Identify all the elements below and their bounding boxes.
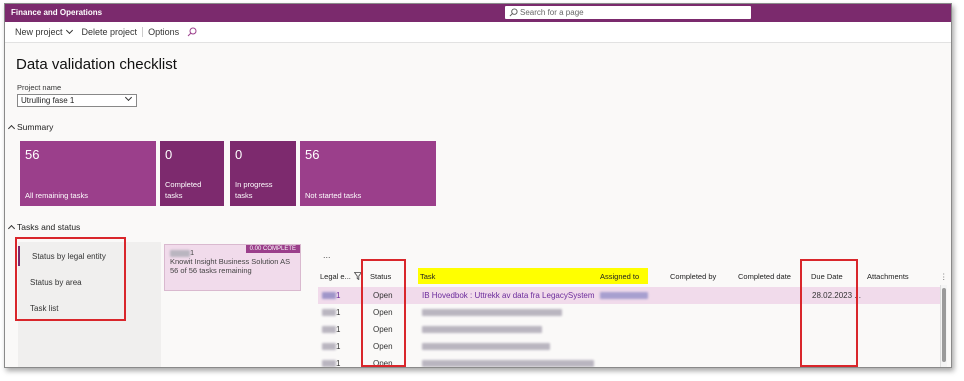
col-task[interactable]: Task [418, 268, 598, 284]
entity-name: Knowit Insight Business Solution AS [170, 257, 291, 266]
app-title: Finance and Operations [11, 8, 103, 17]
chevron-down-icon [124, 93, 133, 102]
redacted-text [422, 309, 562, 316]
tile-label: In progress tasks [235, 180, 273, 200]
legal-entity-suffix: 1 [336, 342, 341, 351]
app-window: Finance and Operations Search for a page… [4, 3, 952, 368]
status-nav: Status by legal entity Status by area Ta… [18, 242, 161, 367]
redacted-text [322, 292, 336, 299]
legal-entity-suffix: 1 [336, 308, 341, 317]
search-icon[interactable] [187, 27, 197, 37]
col-legal-entity-label: Legal e... [320, 271, 351, 281]
redacted-text [422, 360, 594, 367]
tile-not-started[interactable]: 56 Not started tasks [300, 141, 436, 206]
tile-completed[interactable]: 0 Completed tasks [160, 141, 224, 206]
search-box[interactable]: Search for a page [505, 6, 751, 19]
tile-label: Not started tasks [305, 191, 362, 200]
status-cell: Open [373, 291, 393, 300]
legal-entity-card[interactable]: 0.00 COMPLETE 1 Knowit Insight Business … [164, 244, 301, 291]
tasks-status-section-toggle[interactable]: Tasks and status [7, 222, 81, 233]
completion-badge: 0.00 COMPLETE [245, 245, 300, 253]
redacted-text [322, 343, 336, 350]
nav-status-by-legal-entity[interactable]: Status by legal entity [18, 246, 128, 266]
delete-project-button[interactable]: Delete project [77, 27, 143, 37]
task-cell[interactable] [422, 321, 542, 338]
col-assigned-to[interactable]: Assigned to [598, 268, 648, 284]
summary-heading: Summary [17, 122, 54, 132]
table-row[interactable]: 1 Open [318, 304, 940, 321]
col-completed-date[interactable]: Completed date [736, 268, 810, 284]
redacted-text [422, 343, 550, 350]
col-due-date[interactable]: Due Date [809, 268, 861, 284]
scrollbar-thumb[interactable] [942, 288, 946, 362]
redacted-text [600, 292, 648, 299]
project-name-select[interactable]: Utrulling fase 1 [17, 93, 137, 107]
search-placeholder[interactable]: Search for a page [520, 8, 584, 17]
legal-entity-cell[interactable]: 1 [322, 321, 340, 338]
redacted-text [422, 326, 542, 333]
tile-label: All remaining tasks [25, 191, 88, 200]
redacted-text [322, 309, 336, 316]
entity-remaining: 56 of 56 tasks remaining [170, 266, 252, 275]
entity-id-suffix: 1 [190, 248, 195, 257]
search-icon [509, 8, 518, 17]
legal-entity-cell[interactable]: 1 [322, 338, 340, 355]
legal-entity-cell[interactable]: 1 [322, 355, 341, 368]
task-cell[interactable] [422, 338, 550, 355]
redacted-text [322, 360, 336, 367]
grid-scrollbar[interactable] [940, 285, 947, 367]
col-completed-by[interactable]: Completed by [668, 268, 734, 284]
redacted-text [170, 249, 190, 257]
table-row[interactable]: 1 Open [318, 321, 940, 338]
table-row[interactable]: 1 Open [318, 338, 940, 355]
action-bar: New project Delete project Options [5, 22, 951, 43]
nav-status-by-area[interactable]: Status by area [18, 272, 128, 292]
legal-entity-cell[interactable]: 1 [322, 304, 340, 321]
status-cell: Open [373, 308, 393, 317]
task-cell[interactable] [422, 355, 594, 367]
tile-all-remaining[interactable]: 56 All remaining tasks [20, 141, 156, 206]
tile-label: Completed tasks [165, 180, 202, 200]
task-cell[interactable] [422, 304, 562, 321]
col-attachments[interactable]: Attachments [865, 268, 925, 284]
assigned-to-cell [600, 287, 648, 304]
filter-icon[interactable] [353, 272, 362, 280]
tile-count: 0 [235, 147, 243, 162]
task-cell[interactable]: IB Hovedbok : Uttrekk av data fra Legacy… [422, 287, 595, 304]
col-legal-entity[interactable]: Legal e... [318, 268, 364, 284]
new-project-button[interactable]: New project [10, 26, 77, 37]
page-title: Data validation checklist [16, 56, 177, 73]
tile-count: 56 [305, 147, 320, 162]
collapse-icon [7, 224, 16, 233]
legal-entity-cell[interactable]: 1 [322, 287, 340, 304]
status-cell: Open [373, 342, 393, 351]
summary-section-toggle[interactable]: Summary [7, 122, 54, 133]
legal-entity-suffix: 1 [336, 359, 341, 368]
new-project-label: New project [15, 27, 63, 37]
top-bar: Finance and Operations Search for a page [5, 4, 951, 22]
tile-count: 56 [25, 147, 40, 162]
collapse-icon [7, 124, 16, 133]
status-cell: Open [373, 359, 393, 368]
chevron-down-icon [65, 26, 73, 35]
due-date-cell: 28.02.2023 ... [812, 291, 861, 300]
tile-in-progress[interactable]: 0 In progress tasks [230, 141, 296, 206]
column-options-icon[interactable]: ⋮ [938, 268, 948, 284]
project-name-value: Utrulling fase 1 [21, 96, 75, 105]
table-row[interactable]: 1 Open IB Hovedbok : Uttrekk av data fra… [318, 287, 940, 304]
status-cell: Open [373, 325, 393, 334]
table-row[interactable]: 1 Open [318, 355, 940, 368]
project-name-label: Project name [17, 83, 62, 92]
col-status[interactable]: Status [368, 268, 414, 284]
nav-task-list[interactable]: Task list [18, 298, 128, 318]
legal-entity-suffix: 1 [336, 291, 341, 300]
tasks-status-heading: Tasks and status [17, 222, 81, 232]
redacted-text [322, 326, 336, 333]
more-options-button[interactable]: ... [323, 250, 331, 260]
legal-entity-suffix: 1 [336, 325, 341, 334]
options-button[interactable]: Options [142, 27, 184, 37]
tile-count: 0 [165, 147, 173, 162]
